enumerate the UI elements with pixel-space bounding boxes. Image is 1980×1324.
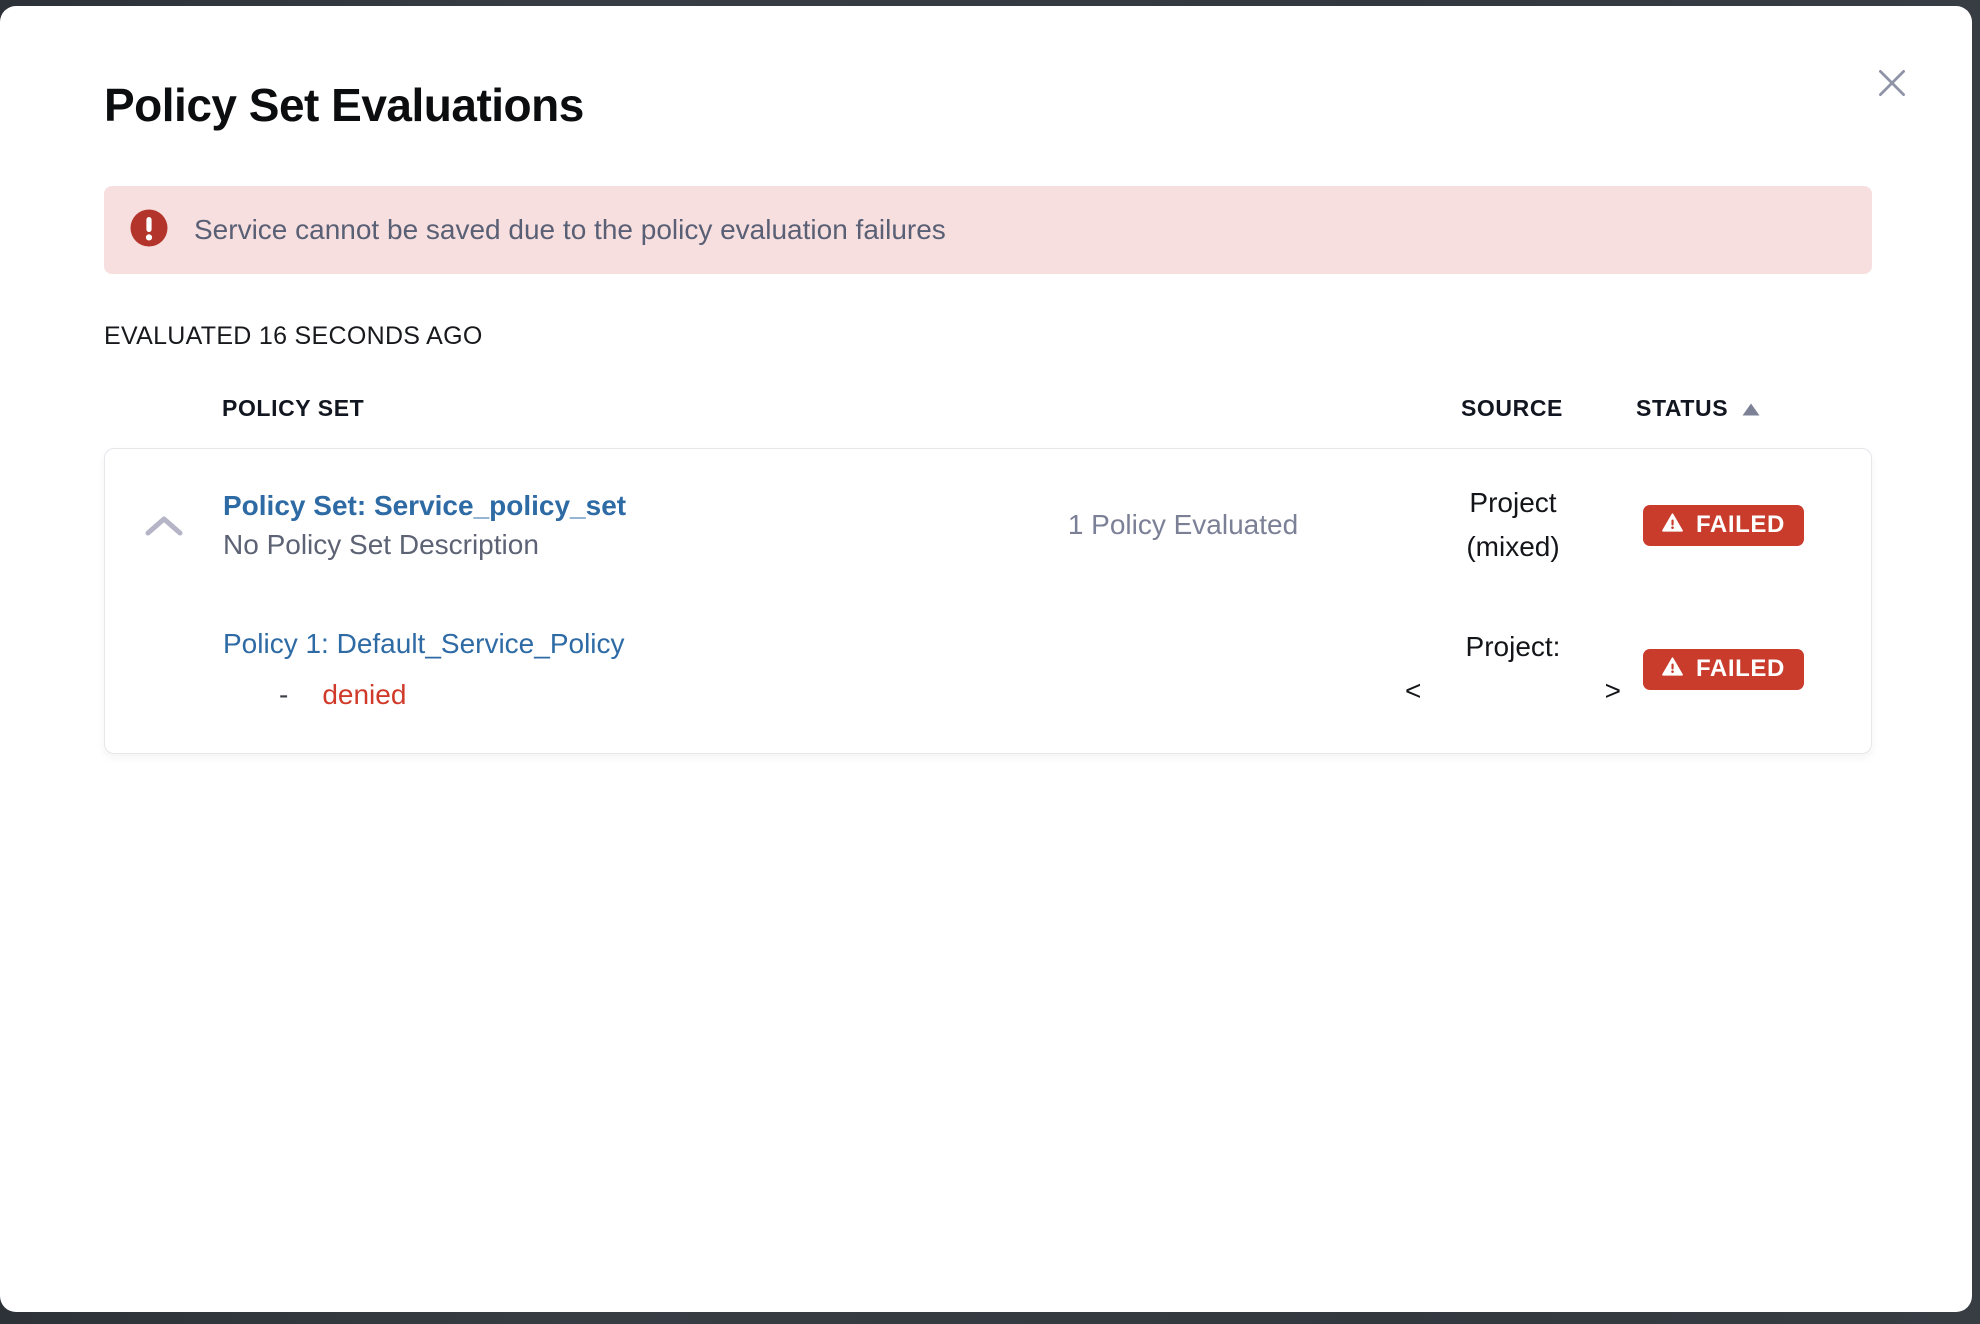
status-badge-label: FAILED — [1696, 511, 1785, 539]
close-icon — [1873, 64, 1911, 105]
status-badge: FAILED — [1643, 649, 1804, 690]
evaluated-timestamp: EVALUATED 16 SECONDS AGO — [104, 322, 1872, 351]
policy-set-link[interactable]: Policy Set: Service_policy_set — [223, 486, 626, 526]
source-open-bracket: < — [1405, 669, 1421, 713]
policies-evaluated-count: 1 Policy Evaluated — [963, 509, 1403, 541]
exclamation-circle-icon — [130, 209, 168, 252]
source-close-bracket: > — [1605, 669, 1621, 713]
source-line-1: Project: — [1403, 625, 1623, 669]
sort-ascending-icon — [1742, 395, 1760, 422]
column-header-source: SOURCE — [1402, 395, 1622, 422]
policy-set-cell: Policy Set: Service_policy_set No Policy… — [223, 486, 963, 564]
policy-result-line: - denied — [223, 676, 963, 714]
status-badge: FAILED — [1643, 505, 1804, 546]
status-cell: FAILED — [1623, 649, 1871, 690]
result-denied-label: denied — [322, 676, 406, 714]
status-badge-label: FAILED — [1696, 655, 1785, 683]
source-line-1: Project — [1403, 481, 1623, 525]
source-line-2: (mixed) — [1403, 525, 1623, 569]
policy-set-card: Policy Set: Service_policy_set No Policy… — [104, 448, 1872, 754]
table-header-row: POLICY SET SOURCE STATUS — [104, 395, 1872, 422]
policy-cell: Policy 1: Default_Service_Policy - denie… — [223, 624, 963, 714]
policy-evaluations-modal: Policy Set Evaluations Service cannot be… — [0, 6, 1972, 1312]
source-line-2: < > — [1405, 669, 1621, 713]
modal-content: Policy Set Evaluations Service cannot be… — [0, 6, 1972, 754]
page-title: Policy Set Evaluations — [104, 78, 1872, 132]
source-cell: Project (mixed) — [1403, 481, 1623, 569]
warning-triangle-icon — [1662, 655, 1683, 683]
result-dash: - — [279, 676, 288, 714]
column-header-policy-set: POLICY SET — [222, 395, 962, 422]
error-banner: Service cannot be saved due to the polic… — [104, 186, 1872, 274]
status-cell: FAILED — [1623, 505, 1871, 546]
policy-link[interactable]: Policy 1: Default_Service_Policy — [223, 624, 625, 664]
table-row: Policy Set: Service_policy_set No Policy… — [105, 449, 1871, 595]
close-button[interactable] — [1872, 64, 1912, 104]
column-header-status-label: STATUS — [1636, 395, 1728, 422]
column-header-status[interactable]: STATUS — [1622, 395, 1872, 422]
page-backdrop: Policy Set Evaluations Service cannot be… — [0, 0, 1980, 1324]
policy-set-description: No Policy Set Description — [223, 526, 963, 564]
table-row: Policy 1: Default_Service_Policy - denie… — [105, 595, 1871, 753]
collapse-row-button[interactable] — [105, 455, 223, 544]
source-cell: Project: < > — [1403, 625, 1623, 713]
error-banner-message: Service cannot be saved due to the polic… — [194, 214, 946, 246]
warning-triangle-icon — [1662, 511, 1683, 539]
chevron-up-icon — [143, 513, 185, 544]
